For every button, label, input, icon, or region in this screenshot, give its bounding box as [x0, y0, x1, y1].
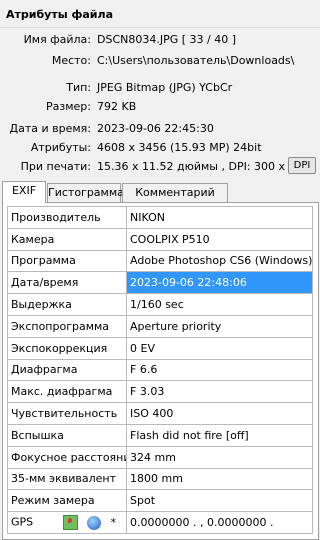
prop-label: Имя файла:	[23, 33, 91, 46]
table-row[interactable]: Выдержка 1/160 sec	[7, 293, 313, 316]
asterisk-icon[interactable]: *	[111, 516, 117, 529]
table-row[interactable]: Диафрагма F 6.6	[7, 358, 313, 382]
prop-label: Место:	[51, 54, 91, 67]
exif-key: Режим замера	[7, 489, 127, 513]
prop-location: Место: C:\Users\пользователь\Downloads\	[0, 51, 320, 69]
window-title: Атрибуты файла	[6, 8, 113, 21]
prop-value: 15.36 x 11.52 дюймы , DPI: 300 x 300	[97, 160, 287, 173]
table-row[interactable]: Производитель NIKON	[7, 206, 313, 229]
prop-label: Атрибуты:	[30, 141, 91, 154]
prop-value: 2023-09-06 22:45:30	[97, 122, 214, 135]
table-row[interactable]: Фокусное расстояние 324 mm	[7, 445, 313, 469]
exif-key: Камера	[7, 227, 127, 251]
prop-value: DSCN8034.JPG [ 33 / 40 ]	[97, 33, 237, 46]
exif-value: 0 EV	[126, 336, 313, 360]
table-row[interactable]: Камера COOLPIX P510	[7, 227, 313, 251]
table-row[interactable]: Экспокоррекция 0 EV	[7, 336, 313, 360]
exif-value-selected[interactable]: 2023-09-06 22:48:06	[126, 271, 313, 295]
prop-type: Тип: JPEG Bitmap (JPG) YCbCr	[0, 78, 320, 96]
prop-label: Тип:	[66, 81, 91, 94]
exif-value: Spot	[126, 489, 313, 513]
prop-value: JPEG Bitmap (JPG) YCbCr	[97, 81, 233, 94]
prop-value: 792 KB	[97, 100, 137, 113]
tab-bar: EXIF Гистограмма Комментарий JPEG	[2, 181, 320, 217]
exif-key: 35-мм эквивалент	[7, 467, 127, 491]
exif-key: Экспокоррекция	[7, 336, 127, 360]
exif-value: 1/160 sec	[126, 293, 313, 316]
table-row[interactable]: Экспопрограмма Aperture priority	[7, 314, 313, 338]
exif-key: GPS	[11, 515, 34, 529]
prop-attributes: Атрибуты: 4608 x 3456 (15.93 MP) 24bit	[0, 138, 320, 156]
dpi-button[interactable]: DPI	[288, 157, 316, 174]
exif-key: Вспышка	[7, 423, 127, 447]
prop-print: При печати: 15.36 x 11.52 дюймы , DPI: 3…	[0, 157, 320, 175]
exif-value: F 3.03	[126, 380, 313, 404]
exif-key: Программа	[7, 249, 127, 273]
exif-key: Диафрагма	[7, 358, 127, 382]
table-row[interactable]: Макс. диафрагма F 3.03	[7, 380, 313, 404]
exif-value: 1800 mm	[126, 467, 313, 491]
prop-datetime: Дата и время: 2023-09-06 22:45:30	[0, 119, 320, 137]
table-row[interactable]: Дата/время 2023-09-06 22:48:06	[7, 271, 313, 295]
prop-filename: Имя файла: DSCN8034.JPG [ 33 / 40 ]	[0, 30, 320, 48]
exif-key: Производитель	[7, 206, 127, 229]
table-row[interactable]: Чувствительность ISO 400	[7, 402, 313, 425]
tab-jpeg-comment[interactable]: Комментарий JPEG	[122, 183, 228, 217]
exif-value: Aperture priority	[126, 314, 313, 338]
table-row[interactable]: Программа Adobe Photoshop CS6 (Windows)	[7, 249, 313, 273]
prop-size: Размер: 792 KB	[0, 97, 320, 115]
table-row[interactable]: Режим замера Spot	[7, 489, 313, 513]
exif-key: Экспопрограмма	[7, 314, 127, 338]
prop-value: 4608 x 3456 (15.93 MP) 24bit	[97, 141, 262, 154]
prop-label: Дата и время:	[9, 122, 91, 135]
table-row[interactable]: Вспышка Flash did not fire [off]	[7, 423, 313, 447]
exif-value: COOLPIX P510	[126, 227, 313, 251]
exif-key: Фокусное расстояние	[7, 445, 127, 469]
prop-label: Размер:	[46, 100, 91, 113]
prop-value: C:\Users\пользователь\Downloads\	[97, 54, 295, 67]
exif-value: NIKON	[126, 206, 313, 229]
exif-value: 0.0000000 . , 0.0000000 .	[126, 511, 313, 534]
exif-key: Макс. диафрагма	[7, 380, 127, 404]
gps-key-cell: GPS *	[7, 511, 127, 534]
table-row[interactable]: 35-мм эквивалент 1800 mm	[7, 467, 313, 491]
exif-value: ISO 400	[126, 402, 313, 425]
table-row[interactable]: GPS * 0.0000000 . , 0.0000000 .	[7, 511, 313, 534]
exif-table: Производитель NIKON Камера COOLPIX P510 …	[7, 206, 313, 534]
title-bar: Атрибуты файла	[0, 0, 320, 28]
exif-value: F 6.6	[126, 358, 313, 382]
exif-key: Выдержка	[7, 293, 127, 316]
prop-label: При печати:	[20, 160, 91, 173]
map-icon[interactable]	[62, 515, 78, 531]
exif-panel: Производитель NIKON Камера COOLPIX P510 …	[2, 202, 319, 540]
exif-key: Чувствительность	[7, 402, 127, 425]
tab-exif[interactable]: EXIF	[2, 181, 46, 203]
globe-icon[interactable]	[87, 515, 102, 530]
tab-histogram[interactable]: Гистограмма	[47, 183, 124, 202]
exif-value: Adobe Photoshop CS6 (Windows)	[126, 249, 313, 273]
exif-value: Flash did not fire [off]	[126, 423, 313, 447]
exif-value: 324 mm	[126, 445, 313, 469]
exif-key: Дата/время	[7, 271, 127, 295]
